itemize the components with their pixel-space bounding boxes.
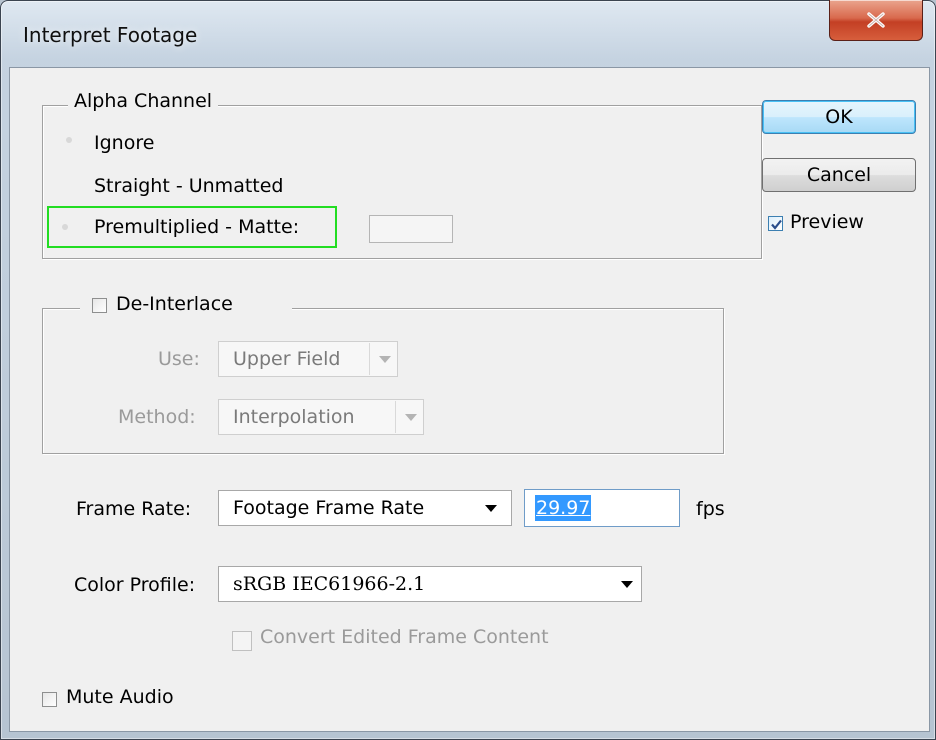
- use-dropdown-separator: [369, 343, 370, 375]
- use-value: Upper Field: [233, 348, 341, 370]
- close-button[interactable]: [829, 0, 923, 41]
- preview-label[interactable]: Preview: [790, 211, 864, 233]
- use-label: Use:: [158, 348, 200, 370]
- deinterlace-checkbox[interactable]: [92, 298, 107, 313]
- alpha-channel-legend: Alpha Channel: [68, 90, 219, 112]
- chevron-down-icon: [621, 581, 633, 588]
- frame-rate-dropdown[interactable]: Footage Frame Rate: [218, 490, 512, 526]
- straight-unmatted-option[interactable]: Straight - Unmatted: [94, 175, 283, 197]
- convert-edited-label: Convert Edited Frame Content: [260, 626, 549, 648]
- ignore-radio[interactable]: [66, 137, 72, 143]
- mute-audio-label[interactable]: Mute Audio: [66, 686, 174, 708]
- title-bar[interactable]: Interpret Footage: [1, 0, 935, 67]
- fps-unit-label: fps: [696, 498, 725, 520]
- preview-checkbox[interactable]: [768, 216, 783, 231]
- method-label: Method:: [118, 406, 196, 428]
- premultiplied-radio[interactable]: [62, 224, 68, 230]
- matte-color-swatch[interactable]: [369, 215, 453, 243]
- frame-rate-value: Footage Frame Rate: [233, 497, 425, 519]
- premultiplied-matte-option[interactable]: Premultiplied - Matte:: [94, 216, 299, 238]
- ignore-option[interactable]: Ignore: [94, 132, 154, 154]
- ok-button[interactable]: OK: [762, 100, 916, 134]
- method-dropdown-separator: [395, 401, 396, 433]
- cancel-button[interactable]: Cancel: [762, 158, 916, 192]
- checkmark-icon: [771, 219, 782, 230]
- interpret-footage-dialog: Interpret Footage Alpha Channel Ignore S…: [0, 0, 936, 740]
- color-profile-dropdown[interactable]: sRGB IEC61966-2.1: [218, 566, 642, 602]
- frame-rate-label: Frame Rate:: [76, 498, 192, 520]
- color-profile-value: sRGB IEC61966-2.1: [233, 573, 426, 595]
- fps-input[interactable]: 29.97: [524, 489, 680, 527]
- method-dropdown[interactable]: Interpolation: [218, 399, 424, 435]
- chevron-down-icon: [485, 505, 497, 512]
- chevron-down-icon: [379, 356, 391, 363]
- use-dropdown[interactable]: Upper Field: [218, 341, 398, 377]
- close-icon: [867, 12, 885, 28]
- convert-edited-checkbox[interactable]: [232, 631, 252, 651]
- dialog-client-area: Alpha Channel Ignore Straight - Unmatted…: [9, 67, 930, 732]
- window-title: Interpret Footage: [23, 23, 198, 47]
- color-profile-label: Color Profile:: [74, 574, 196, 596]
- fps-value-selected: 29.97: [535, 495, 592, 521]
- method-value: Interpolation: [233, 406, 355, 428]
- chevron-down-icon: [405, 414, 417, 421]
- mute-audio-checkbox[interactable]: [42, 692, 57, 707]
- deinterlace-label[interactable]: De-Interlace: [116, 293, 233, 315]
